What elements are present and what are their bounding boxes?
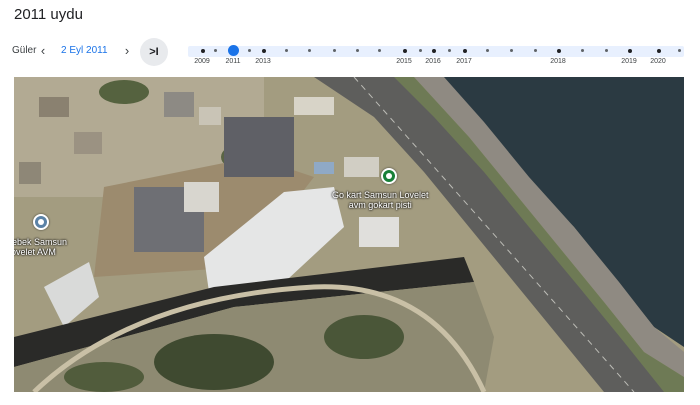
- timeline-tick[interactable]: [308, 49, 311, 52]
- timeline-tick[interactable]: [333, 49, 336, 52]
- timeline-tick[interactable]: [510, 49, 513, 52]
- timeline-tick[interactable]: [214, 49, 217, 52]
- timeline-tick[interactable]: [448, 49, 451, 52]
- gokart-poi-line1: Go kart Samsun Lovelet: [332, 190, 429, 200]
- previous-date-button[interactable]: ‹: [36, 42, 50, 60]
- timeline-tick[interactable]: [285, 49, 288, 52]
- satellite-map[interactable]: Go kart Samsun Lovelet avm gokart pisti …: [14, 77, 684, 392]
- toolbar-cut-label: Güler: [12, 45, 37, 56]
- timeline-tick[interactable]: [356, 49, 359, 52]
- timeline-year-label[interactable]: 2015: [396, 58, 412, 65]
- timeline-tick[interactable]: [486, 49, 489, 52]
- date-selector[interactable]: 2 Eyl 2011: [61, 45, 108, 56]
- timeline-tick[interactable]: [378, 49, 381, 52]
- timeline-tick[interactable]: [403, 49, 407, 53]
- timeline-selected-marker[interactable]: [228, 45, 239, 56]
- timeline-year-label[interactable]: 2019: [621, 58, 637, 65]
- next-date-button[interactable]: ›: [120, 42, 134, 60]
- timeline-tick[interactable]: [262, 49, 266, 53]
- satellite-imagery: [14, 77, 684, 392]
- timeline-tick[interactable]: [463, 49, 467, 53]
- timeline-year-label[interactable]: 2013: [255, 58, 271, 65]
- timeline-slider[interactable]: 2009 2011 2013 2015 2016 2017 2018 2019 …: [188, 45, 684, 76]
- timeline-tick[interactable]: [419, 49, 422, 52]
- timeline-year-label[interactable]: 2009: [194, 58, 210, 65]
- timeline-tick[interactable]: [534, 49, 537, 52]
- timeline-year-label[interactable]: 2017: [456, 58, 472, 65]
- page-title: 2011 uydu: [14, 6, 83, 23]
- gokart-poi-line2: avm gokart pisti: [348, 200, 412, 210]
- timeline-tick[interactable]: [678, 49, 681, 52]
- timeline-tick[interactable]: [581, 49, 584, 52]
- bebek-poi-line2: Lovelet AVM: [14, 247, 56, 257]
- timeline-tick[interactable]: [657, 49, 661, 53]
- timeline-year-label[interactable]: 2020: [650, 58, 666, 65]
- timeline-tick[interactable]: [248, 49, 251, 52]
- timeline-year-label[interactable]: 2016: [425, 58, 441, 65]
- bebek-poi-label[interactable]: Bebek Samsun Lovelet AVM: [14, 237, 67, 257]
- timeline-tick[interactable]: [432, 49, 436, 53]
- timeline-tick[interactable]: [605, 49, 608, 52]
- gokart-poi-label[interactable]: Go kart Samsun Lovelet avm gokart pisti: [332, 190, 429, 210]
- timeline-tick[interactable]: [628, 49, 632, 53]
- timeline-tick[interactable]: [557, 49, 561, 53]
- timeline-tick[interactable]: [201, 49, 205, 53]
- timeline-year-label[interactable]: 2011: [225, 58, 240, 65]
- bebek-pin-icon[interactable]: [33, 214, 49, 230]
- gokart-pin-icon[interactable]: [381, 168, 397, 184]
- latest-date-button[interactable]: >I: [140, 38, 168, 66]
- timeline-year-label[interactable]: 2018: [550, 58, 566, 65]
- bebek-poi-line1: Bebek Samsun: [14, 237, 68, 247]
